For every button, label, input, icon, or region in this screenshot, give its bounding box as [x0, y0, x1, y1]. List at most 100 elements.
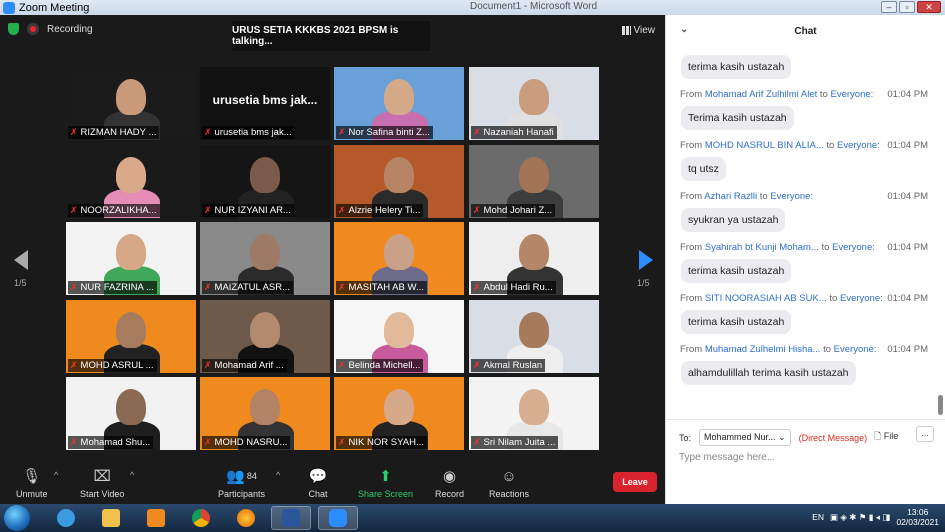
more-options-button[interactable]: ... [916, 426, 934, 442]
chat-message-list[interactable]: terima kasih ustazah From Mohamad Arif Zu… [666, 49, 938, 419]
taskbar-explorer-icon[interactable] [91, 506, 131, 530]
share-screen-button[interactable]: ⬆ Share Screen [358, 466, 413, 499]
to-word: to [826, 140, 835, 151]
start-video-button[interactable]: ⌧ Start Video [80, 466, 124, 499]
participant-tile[interactable]: ✗ NUR FAZRINA ... [66, 222, 196, 295]
participant-tile[interactable]: ✗ Akmal Ruslan [469, 300, 599, 373]
chat-message-bubble[interactable]: syukran ya ustazah [681, 208, 786, 232]
reactions-button[interactable]: ☺ Reactions [489, 466, 529, 500]
taskbar-zoom-icon[interactable] [318, 506, 358, 530]
participant-tile[interactable]: ✗ Mohamad Shu... [66, 377, 196, 450]
participant-name-label: ✗ NOORZALIKHA... [68, 204, 160, 217]
taskbar-word-icon[interactable] [271, 506, 311, 530]
chat-message-bubble[interactable]: terima kasih ustazah [681, 310, 792, 334]
windows-start-button[interactable] [4, 505, 30, 531]
chevron-down-icon[interactable]: ⌄ [680, 24, 688, 35]
maximize-button[interactable]: ▫ [899, 1, 915, 13]
participant-name: NOORZALIKHA... [80, 205, 157, 216]
participant-name-label: ✗ Mohamad Arif ... [202, 359, 287, 372]
leave-button[interactable]: Leave [613, 472, 657, 492]
system-tray: EN ▣ ◈ ✱ ⚑ ▮ ◂ ◨ 13:06 02/03/2021 [812, 507, 939, 527]
participant-tile[interactable]: ✗ NOORZALIKHA... [66, 145, 196, 218]
share-screen-label: Share Screen [358, 489, 414, 499]
chat-sender[interactable]: MOHD NASRUL BIN ALIA... [705, 140, 824, 151]
chat-scrollbar[interactable] [938, 395, 943, 415]
participant-display-name: urusetia bms jak... [212, 93, 318, 107]
participant-tile[interactable]: ✗ Mohd Johari Z... [469, 145, 599, 218]
video-options-caret-icon[interactable]: ^ [130, 470, 134, 480]
taskbar-firefox-icon[interactable] [226, 506, 266, 530]
minimize-button[interactable]: – [881, 1, 897, 13]
chat-message-bubble[interactable]: tq utsz [681, 157, 726, 181]
participant-tile[interactable]: ✗ Sri Nilam Juita ... [469, 377, 599, 450]
chat-message-input[interactable]: Type message here... [679, 452, 775, 463]
taskbar-chrome-icon[interactable] [181, 506, 221, 530]
audio-options-caret-icon[interactable]: ^ [54, 470, 58, 480]
to-word: to [823, 344, 832, 355]
chevron-down-icon: ⌄ [778, 432, 786, 442]
participants-caret-icon[interactable]: ^ [276, 470, 280, 480]
chat-sender[interactable]: Mohamad Arif Zulhilmi Alet [705, 89, 817, 100]
chat-recipient[interactable]: Everyone: [840, 293, 883, 304]
chat-button[interactable]: 💬 Chat [308, 466, 328, 499]
close-button[interactable]: ✕ [917, 1, 941, 13]
chat-message-bubble[interactable]: Terima kasih ustazah [681, 106, 794, 130]
chat-sender[interactable]: Syahirah bt Kunji Moham... [705, 242, 819, 253]
taskbar-ie-icon[interactable] [46, 506, 86, 530]
participant-face [384, 389, 414, 425]
participant-tile[interactable]: ✗ NUR IZYANI AR... [200, 145, 330, 218]
encryption-shield-icon[interactable] [8, 23, 19, 35]
chat-recipient[interactable]: Everyone: [837, 140, 880, 151]
chat-recipient[interactable]: Everyone: [832, 242, 875, 253]
participant-tile[interactable]: ✗ MOHD NASRU... [200, 377, 330, 450]
view-label: View [633, 25, 656, 36]
chat-sender[interactable]: SITI NOORASIAH AB SUK... [705, 293, 827, 304]
participant-tile[interactable]: ✗ Mohamad Arif ... [200, 300, 330, 373]
record-icon: ◉ [442, 468, 457, 485]
chat-timestamp: 01:04 PM [887, 293, 928, 304]
participant-tile[interactable]: urusetia bms jak... ✗ urusetia bms jak... [200, 67, 330, 140]
chat-message-bubble[interactable]: alhamdulillah terima kasih ustazah [681, 361, 856, 385]
muted-microphone-icon: ✗ [204, 437, 212, 447]
unmute-button[interactable]: 🎙 Unmute [16, 466, 48, 499]
chat-recipient[interactable]: Everyone: [831, 89, 874, 100]
muted-microphone-icon: ✗ [473, 282, 481, 292]
participant-tile[interactable]: ✗ Nor Safina binti Z... [334, 67, 464, 140]
chat-sender[interactable]: Azhari Razlli [704, 191, 757, 202]
chat-recipient[interactable]: Everyone: [770, 191, 813, 202]
participant-tile[interactable]: ✗ Abdul Hadi Ru... [469, 222, 599, 295]
chat-message-bubble[interactable]: terima kasih ustazah [681, 55, 792, 79]
window-title: Zoom Meeting [19, 1, 90, 14]
taskbar-media-player-icon[interactable] [136, 506, 176, 530]
chat-message-bubble[interactable]: terima kasih ustazah [681, 259, 792, 283]
participant-tile[interactable]: ✗ Belinda Michell... [334, 300, 464, 373]
participant-face [250, 157, 280, 193]
participant-tile[interactable]: ✗ MAIZATUL ASR... [200, 222, 330, 295]
tray-icons[interactable]: ▣ ◈ ✱ ⚑ ▮ ◂ ◨ [830, 512, 890, 523]
participant-name: NIK NOR SYAH... [348, 437, 424, 448]
recipient-dropdown[interactable]: Mohammed Nur... ⌄ [699, 429, 791, 446]
participant-tile[interactable]: ✗ MASITAH AB W... [334, 222, 464, 295]
participant-tile[interactable]: ✗ NIK NOR SYAH... [334, 377, 464, 450]
file-button[interactable]: 🗋 File [874, 429, 898, 445]
system-clock[interactable]: 13:06 02/03/2021 [896, 507, 939, 527]
participant-name-label: ✗ MOHD ASRUL ... [68, 359, 157, 372]
to-word: to [819, 89, 828, 100]
language-indicator[interactable]: EN [812, 512, 824, 522]
chat-sender[interactable]: Muhamad Zulhelmi Hisha... [705, 344, 821, 355]
view-button[interactable]: View [621, 25, 656, 36]
muted-microphone-icon: ✗ [70, 360, 78, 370]
participant-tile[interactable]: ✗ Alzrie Helery Ti... [334, 145, 464, 218]
participant-tile[interactable]: ✗ RIZMAN HADY ... [66, 67, 196, 140]
participant-tile[interactable]: ✗ Nazaniah Hanafi [469, 67, 599, 140]
grid-view-icon [621, 26, 631, 35]
participant-name-label: ✗ RIZMAN HADY ... [68, 126, 160, 139]
participant-name-label: ✗ Mohd Johari Z... [471, 204, 556, 217]
record-button[interactable]: ◉ Record [435, 466, 464, 499]
participants-button[interactable]: 👥 84 Participants [218, 466, 265, 499]
participant-face [384, 157, 414, 193]
participant-tile[interactable]: ✗ MOHD ASRUL ... [66, 300, 196, 373]
chat-recipient[interactable]: Everyone: [834, 344, 877, 355]
previous-page-arrow-icon[interactable] [14, 250, 28, 270]
next-page-arrow-icon[interactable] [639, 250, 653, 270]
